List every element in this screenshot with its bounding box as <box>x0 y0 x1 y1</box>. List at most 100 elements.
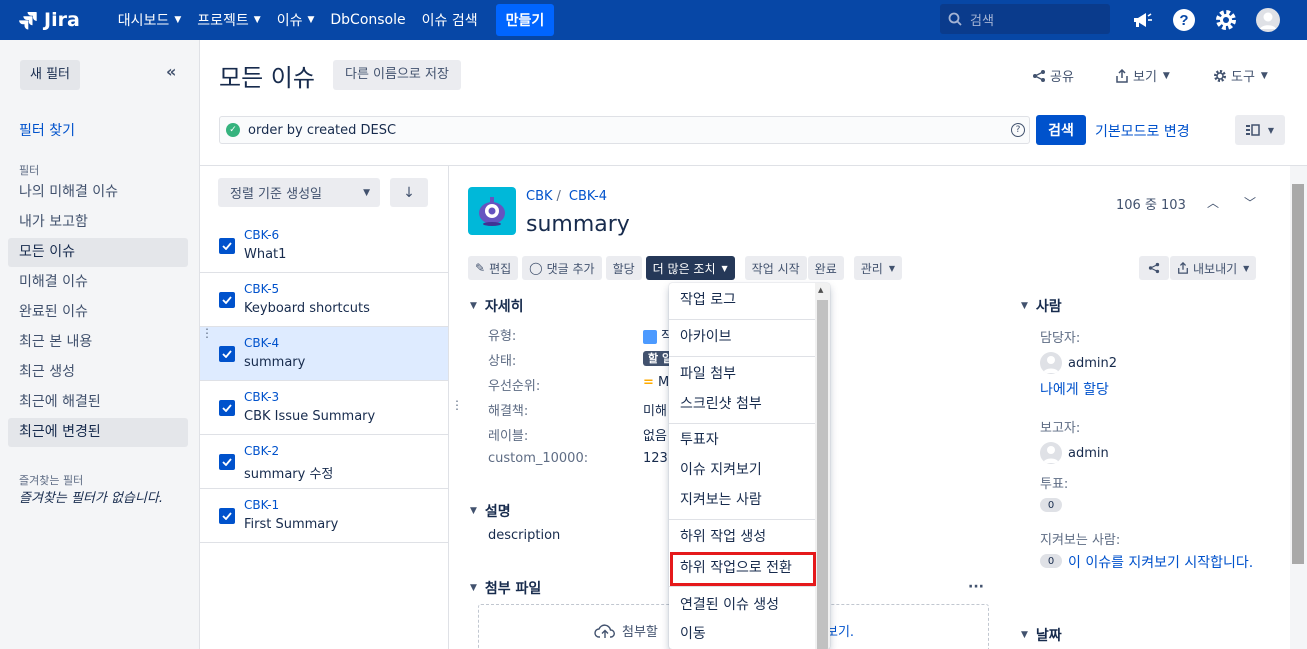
edit-button[interactable]: ✎ 편집 <box>468 256 519 280</box>
menu-item-move[interactable]: 이동 <box>669 619 815 649</box>
logo-text: Jira <box>44 9 80 31</box>
view-button[interactable]: 보기 ▼ <box>1115 66 1170 85</box>
sidebar-item-open[interactable]: 미해결 이슈 <box>8 268 188 297</box>
breadcrumb-project-link[interactable]: CBK <box>526 189 553 204</box>
search-input[interactable]: 검색 <box>940 4 1110 34</box>
details-heading: 자세히 <box>484 299 524 315</box>
more-actions-button[interactable]: 더 많은 조치 ▼ <box>645 256 735 280</box>
issue-list-item-selected[interactable]: CBK-4 summary <box>200 327 448 381</box>
people-section-toggle[interactable]: ▼ 사람 <box>1021 296 1062 316</box>
dropzone-text: 첨부할 <box>622 625 658 640</box>
chevron-down-icon: ▼ <box>253 15 261 25</box>
dropdown-scrollbar-thumb[interactable] <box>817 300 828 649</box>
resize-handle-icon[interactable]: ⋮ <box>451 398 463 412</box>
gear-icon[interactable] <box>1212 6 1240 34</box>
jira-logo[interactable]: Jira <box>18 9 80 31</box>
nav-projects[interactable]: 프로젝트 ▼ <box>197 10 260 30</box>
collapse-sidebar-icon[interactable]: « <box>166 62 176 81</box>
assignee-user[interactable]: admin2 <box>1040 352 1117 374</box>
sidebar-item-recently-updated[interactable]: 최근에 변경된 <box>8 418 188 447</box>
menu-item-archive[interactable]: 아카이브 <box>669 322 815 352</box>
add-comment-button[interactable]: ◯ 댓글 추가 <box>522 256 602 280</box>
chevron-down-icon[interactable]: ﹀ <box>1244 194 1256 211</box>
menu-item-watch-issue[interactable]: 이슈 지켜보기 <box>669 455 815 485</box>
more-options-icon[interactable]: ··· <box>968 579 984 595</box>
menu-item-voters[interactable]: 투표자 <box>669 425 815 455</box>
field-resolution-value: 미해 <box>643 404 667 419</box>
sidebar-item-reported-by-me[interactable]: 내가 보고함 <box>8 208 188 237</box>
sidebar-item-recently-resolved[interactable]: 최근에 해결된 <box>8 388 188 417</box>
resize-handle-icon[interactable]: ⋮ <box>201 326 213 340</box>
chevron-up-icon[interactable]: ︿ <box>1207 194 1219 211</box>
nav-issue-search[interactable]: 이슈 검색 <box>422 10 478 30</box>
field-label: 우선순위: <box>488 379 541 394</box>
assign-to-me-link[interactable]: 나에게 할당 <box>1040 379 1109 399</box>
issue-list-item[interactable]: CBK-2 summary 수정 <box>200 435 448 489</box>
new-filter-button[interactable]: 새 필터 <box>20 60 81 90</box>
votes-count-badge[interactable]: 0 <box>1040 498 1062 512</box>
issue-title: summary <box>526 212 630 237</box>
menu-item-attach-screenshot[interactable]: 스크린샷 첨부 <box>669 389 815 419</box>
menu-item-log-work[interactable]: 작업 로그 <box>669 285 815 315</box>
start-watching-link[interactable]: 이 이슈를 지켜보기 시작합니다. <box>1068 552 1253 572</box>
menu-item-attach-files[interactable]: 파일 첨부 <box>669 359 815 389</box>
layout-toggle-button[interactable]: ▼ <box>1235 115 1285 145</box>
help-icon[interactable]: ? <box>1170 6 1198 34</box>
description-section-toggle[interactable]: ▼ 설명 <box>470 501 511 521</box>
assign-button[interactable]: 할당 <box>605 256 642 280</box>
create-button[interactable]: 만들기 <box>495 4 555 36</box>
find-filters-link[interactable]: 필터 찾기 <box>19 120 75 140</box>
menu-item-watchers[interactable]: 지켜보는 사람 <box>669 485 815 515</box>
jql-input[interactable]: ✓ order by created DESC ? <box>219 116 1030 144</box>
help-icon[interactable]: ? <box>1011 123 1025 137</box>
watchers-count-badge[interactable]: 0 <box>1040 554 1062 568</box>
menu-item-create-linked-issue[interactable]: 연결된 이슈 생성 <box>669 590 815 620</box>
admin-button[interactable]: 관리 ▼ <box>853 256 902 280</box>
basic-mode-link[interactable]: 기본모드로 변경 <box>1095 121 1190 141</box>
menu-separator <box>669 319 815 320</box>
issue-list-item[interactable]: CBK-5 Keyboard shortcuts <box>200 273 448 327</box>
save-as-button[interactable]: 다른 이름으로 저장 <box>333 60 461 90</box>
menu-separator <box>669 519 815 520</box>
details-section-toggle[interactable]: ▼ 자세히 <box>470 296 524 316</box>
reporter-user[interactable]: admin <box>1040 442 1109 464</box>
page-scrollbar-thumb[interactable] <box>1292 184 1304 564</box>
nav-dbconsole[interactable]: DbConsole <box>330 12 405 28</box>
sidebar-item-all-issues[interactable]: 모든 이슈 <box>8 238 188 267</box>
sidebar-item-my-open[interactable]: 나의 미해결 이슈 <box>8 178 188 207</box>
browse-link[interactable]: 보기. <box>826 621 854 640</box>
breadcrumb-issue-link[interactable]: CBK-4 <box>569 189 607 204</box>
dates-section-toggle[interactable]: ▼ 날짜 <box>1021 625 1062 645</box>
issue-list-item[interactable]: CBK-3 CBK Issue Summary <box>200 381 448 435</box>
user-avatar-icon[interactable] <box>1254 6 1282 34</box>
share-button[interactable]: 공유 <box>1032 66 1074 85</box>
issue-list-item[interactable]: CBK-6 What1 <box>200 219 448 273</box>
search-placeholder: 검색 <box>970 13 994 29</box>
nav-dashboards[interactable]: 대시보드 ▼ <box>118 10 181 30</box>
attachments-section-toggle[interactable]: ▼ 첨부 파일 <box>470 578 541 598</box>
sidebar-item-recently-created[interactable]: 최근 생성 <box>8 358 188 387</box>
done-button[interactable]: 완료 <box>807 256 844 280</box>
add-comment-label: 댓글 추가 <box>546 261 595 276</box>
project-avatar-icon <box>479 197 505 226</box>
checkbox-icon <box>219 400 235 416</box>
issue-list-item[interactable]: CBK-1 First Summary <box>200 489 448 543</box>
search-button[interactable]: 검색 <box>1036 115 1086 145</box>
share-button[interactable] <box>1139 256 1169 280</box>
megaphone-icon[interactable] <box>1128 6 1156 34</box>
description-text[interactable]: description <box>488 528 560 543</box>
tools-button[interactable]: 도구 ▼ <box>1213 66 1268 85</box>
export-button[interactable]: 내보내기 ▼ <box>1170 256 1257 280</box>
sidebar-item-recently-viewed[interactable]: 최근 본 내용 <box>8 328 188 357</box>
sidebar-item-done[interactable]: 완료된 이슈 <box>8 298 188 327</box>
sort-button[interactable]: 정렬 기준 생성일 ▼ <box>218 178 380 207</box>
scroll-up-arrow-icon[interactable]: ▲ <box>818 286 823 294</box>
highlight-box <box>670 552 816 586</box>
start-progress-button[interactable]: 작업 시작 <box>744 256 807 280</box>
menu-item-create-subtask[interactable]: 하위 작업 생성 <box>669 522 815 552</box>
share-icon <box>1148 262 1160 274</box>
sort-direction-button[interactable]: ↓ <box>390 178 428 207</box>
issue-key: CBK-6 <box>244 228 280 242</box>
nav-issues[interactable]: 이슈 ▼ <box>277 10 315 30</box>
cloud-upload-icon <box>594 623 615 638</box>
